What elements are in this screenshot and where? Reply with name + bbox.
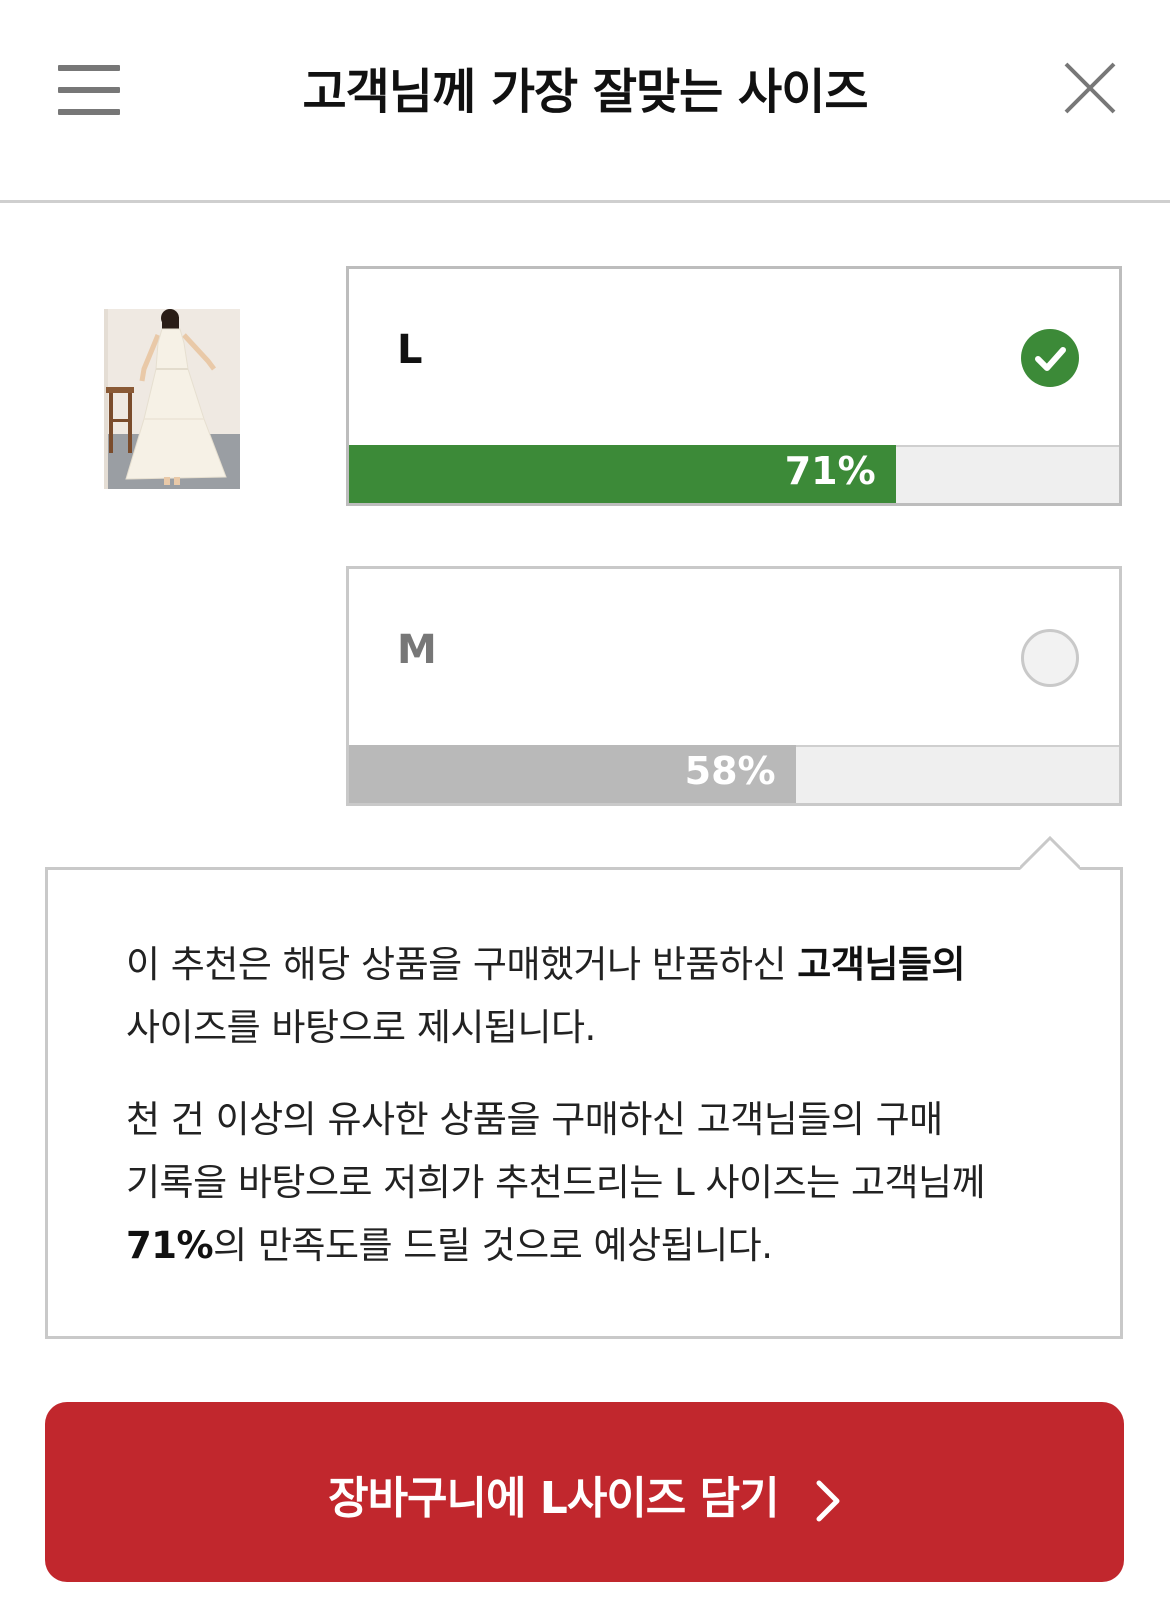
radio-unchecked-icon[interactable] — [1021, 629, 1079, 687]
info-paragraph-2: 천 건 이상의 유사한 상품을 구매하신 고객님들의 구매 기록을 바탕으로 저… — [126, 1088, 1056, 1277]
info-paragraph-1: 이 추천은 해당 상품을 구매했거나 반품하신 고객님들의 사이즈를 바탕으로 … — [126, 933, 1056, 1059]
info-bold-text: 고객님들의 — [797, 943, 965, 986]
info-text: 천 건 이상의 유사한 상품을 구매하신 고객님들의 구매 — [126, 1098, 943, 1141]
info-text: 이 추천은 해당 상품을 구매했거나 반품하신 — [126, 943, 798, 986]
info-pointer-arrow — [1020, 835, 1080, 870]
product-image — [104, 309, 240, 489]
add-to-cart-label: 장바구니에 L사이즈 담기 — [45, 1462, 1124, 1526]
fit-percentage-text: 58% — [684, 749, 776, 793]
size-label: M — [397, 627, 437, 673]
info-bold-percent: 71% — [126, 1224, 214, 1267]
size-option-l[interactable]: L 71% — [346, 266, 1122, 506]
size-option-m[interactable]: M 58% — [346, 566, 1122, 806]
info-text: 기록을 바탕으로 저희가 추천드리는 L 사이즈는 고객님께 — [126, 1161, 986, 1204]
hamburger-menu-icon[interactable] — [58, 65, 120, 119]
add-to-cart-button[interactable]: 장바구니에 L사이즈 담기 — [45, 1402, 1124, 1582]
info-text: 사이즈를 바탕으로 제시됩니다. — [126, 1006, 596, 1049]
info-text: 의 만족도를 드릴 것으로 예상됩니다. — [213, 1224, 773, 1267]
fit-percentage-fill: 58% — [349, 745, 796, 803]
add-to-cart-text: 장바구니에 L사이즈 담기 — [328, 1473, 779, 1524]
fit-percentage-bar: 58% — [349, 745, 1119, 803]
close-icon[interactable] — [1060, 58, 1120, 118]
size-label: L — [397, 327, 423, 373]
chevron-right-icon — [816, 1480, 840, 1522]
fit-percentage-bar: 71% — [349, 445, 1119, 503]
header: 고객님께 가장 잘맞는 사이즈 — [0, 0, 1170, 203]
fit-percentage-fill: 71% — [349, 445, 896, 503]
fit-percentage-text: 71% — [784, 449, 876, 493]
page-title: 고객님께 가장 잘맞는 사이즈 — [302, 64, 868, 120]
recommendation-info-box: 이 추천은 해당 상품을 구매했거나 반품하신 고객님들의 사이즈를 바탕으로 … — [45, 867, 1123, 1339]
selected-check-icon[interactable] — [1021, 329, 1079, 387]
